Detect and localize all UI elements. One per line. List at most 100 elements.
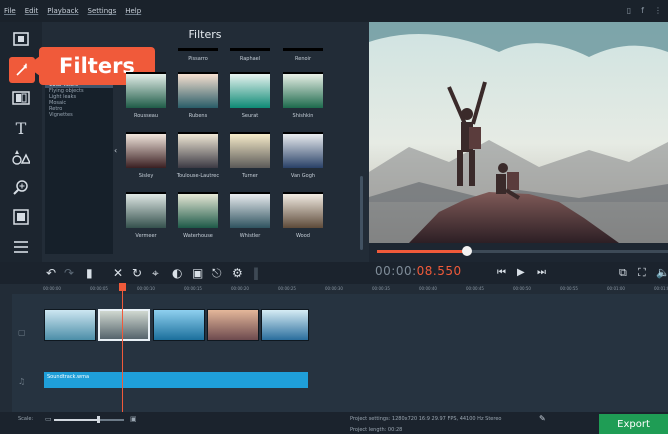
fullscreen-icon[interactable]: ⛶ <box>638 266 646 280</box>
filter-item[interactable]: Whistler <box>225 192 275 239</box>
filter-label: Whistler <box>239 233 261 239</box>
filter-thumbnail <box>230 132 270 168</box>
filter-item[interactable]: Pissarro <box>173 48 223 62</box>
filter-item[interactable]: Wood <box>278 192 328 239</box>
menu-edit[interactable]: Edit <box>25 7 39 15</box>
filter-label: Raphael <box>239 56 261 62</box>
ruler-tick-label: 00:00:05 <box>90 286 108 291</box>
timecode: 00:00:08.550 <box>375 264 462 278</box>
menu-settings[interactable]: Settings <box>88 7 117 15</box>
highlight-icon[interactable] <box>9 206 33 228</box>
next-icon[interactable]: ⏭ <box>537 266 546 280</box>
video-clip[interactable] <box>98 309 150 341</box>
filter-item[interactable]: Shishkin <box>278 72 328 119</box>
edit-settings-icon[interactable]: ✎ <box>539 414 546 423</box>
undo-icon[interactable]: ↶ <box>46 266 56 280</box>
crop-icon[interactable]: ⌖ <box>152 266 159 280</box>
filter-label: Van Gogh <box>290 173 316 179</box>
filter-item[interactable]: Rubens <box>173 72 223 119</box>
audio-icon[interactable]: ⎋ <box>212 266 222 280</box>
filter-item[interactable]: Renoir <box>278 48 328 62</box>
external-window-icon[interactable]: ⧉ <box>619 266 627 280</box>
previous-icon[interactable]: ⏮ <box>497 266 506 280</box>
zoom-icon[interactable] <box>9 176 33 198</box>
filter-item[interactable]: Rousseau <box>121 72 171 119</box>
delete-icon[interactable]: ▮ <box>86 266 93 280</box>
filter-thumbnail <box>126 72 166 108</box>
filter-item[interactable]: Seurat <box>225 72 275 119</box>
ruler-tick-label: 00:01:05 <box>654 286 668 291</box>
filter-item[interactable]: Sisley <box>121 132 171 179</box>
video-clip[interactable] <box>261 309 309 341</box>
scale-slider-knob[interactable] <box>97 416 100 423</box>
redo-icon[interactable]: ↷ <box>64 266 74 280</box>
filter-label: Turner <box>242 173 258 179</box>
chevron-left-icon[interactable]: ‹ <box>114 146 117 155</box>
video-track-icon[interactable]: ▢ <box>18 328 26 337</box>
filter-label: Toulouse-Lautrec <box>176 173 220 179</box>
ruler-tick-label: 00:00:40 <box>419 286 437 291</box>
equalizer-icon[interactable]: ‖ <box>253 266 259 280</box>
filter-item[interactable]: Toulouse-Lautrec <box>173 132 223 179</box>
ruler-tick-label: 00:00:30 <box>325 286 343 291</box>
project-info: Project settings: 1280x720 16:9 29.97 FP… <box>350 414 501 434</box>
trash-icon[interactable]: ▯ <box>627 6 631 15</box>
filter-thumbnail <box>126 132 166 168</box>
timecode-elapsed: 00:00: <box>375 264 417 278</box>
filter-label: Waterhouse <box>183 233 213 239</box>
audio-clip-label: Soundtrack.wma <box>47 374 90 380</box>
ruler-tick-label: 00:00:15 <box>184 286 202 291</box>
cut-icon[interactable]: ✕ <box>113 266 123 280</box>
transitions-icon[interactable] <box>9 87 33 109</box>
playhead[interactable] <box>122 284 123 412</box>
settings-icon[interactable]: ⚙ <box>232 266 243 280</box>
callout-arrow <box>26 56 40 76</box>
import-icon[interactable] <box>9 28 33 50</box>
panel-title: Filters <box>188 28 222 41</box>
ruler-tick-label: 00:01:00 <box>607 286 625 291</box>
filter-label: Renoir <box>295 56 311 62</box>
rotate-icon[interactable]: ↻ <box>132 266 142 280</box>
menu-playback[interactable]: Playback <box>47 7 78 15</box>
zoom-in-icon[interactable]: ▣ <box>130 415 137 423</box>
play-icon[interactable]: ▶ <box>517 266 525 280</box>
video-clip[interactable] <box>44 309 96 341</box>
ruler-tick-label: 00:00:20 <box>231 286 249 291</box>
video-clip[interactable] <box>153 309 205 341</box>
color-adjust-icon[interactable]: ◐ <box>172 266 182 280</box>
filter-thumbnail <box>283 48 323 51</box>
zoom-out-icon[interactable]: ▭ <box>45 415 52 423</box>
menu-file[interactable]: File <box>4 7 16 15</box>
facebook-icon[interactable]: f <box>641 6 644 15</box>
more-icon[interactable]: ⋮ <box>654 6 662 15</box>
filter-thumbnail <box>230 192 270 228</box>
audio-track-icon[interactable]: ♫ <box>18 377 26 386</box>
filter-thumbnail <box>178 48 218 51</box>
filter-item[interactable]: Van Gogh <box>278 132 328 179</box>
category-item[interactable]: Vignettes <box>45 112 113 118</box>
video-preview[interactable] <box>369 22 668 243</box>
panel-scrollbar[interactable] <box>360 176 363 250</box>
ruler-tick-label: 00:00:00 <box>43 286 61 291</box>
ruler-tick-label: 00:00:25 <box>278 286 296 291</box>
progress-track[interactable] <box>469 250 668 253</box>
export-button[interactable]: Export <box>599 414 668 434</box>
filter-item[interactable]: Raphael <box>225 48 275 62</box>
video-clip[interactable] <box>207 309 259 341</box>
menu-help[interactable]: Help <box>125 7 141 15</box>
volume-icon[interactable]: 🔈 <box>656 266 668 280</box>
filter-item[interactable]: Turner <box>225 132 275 179</box>
preview-image <box>369 22 668 243</box>
text-icon[interactable]: T <box>9 117 33 139</box>
timecode-ms: 08.550 <box>416 264 462 278</box>
status-bar <box>0 412 668 434</box>
filter-item[interactable]: Waterhouse <box>173 192 223 239</box>
playhead-handle[interactable] <box>119 283 126 291</box>
filter-item[interactable]: Vermeer <box>121 192 171 239</box>
filter-thumbnail <box>178 132 218 168</box>
filter-thumbnail <box>178 192 218 228</box>
image-icon[interactable]: ▣ <box>192 266 203 280</box>
more-tools-icon[interactable] <box>9 236 33 258</box>
stickers-icon[interactable] <box>9 146 33 168</box>
filter-label: Vermeer <box>135 233 157 239</box>
